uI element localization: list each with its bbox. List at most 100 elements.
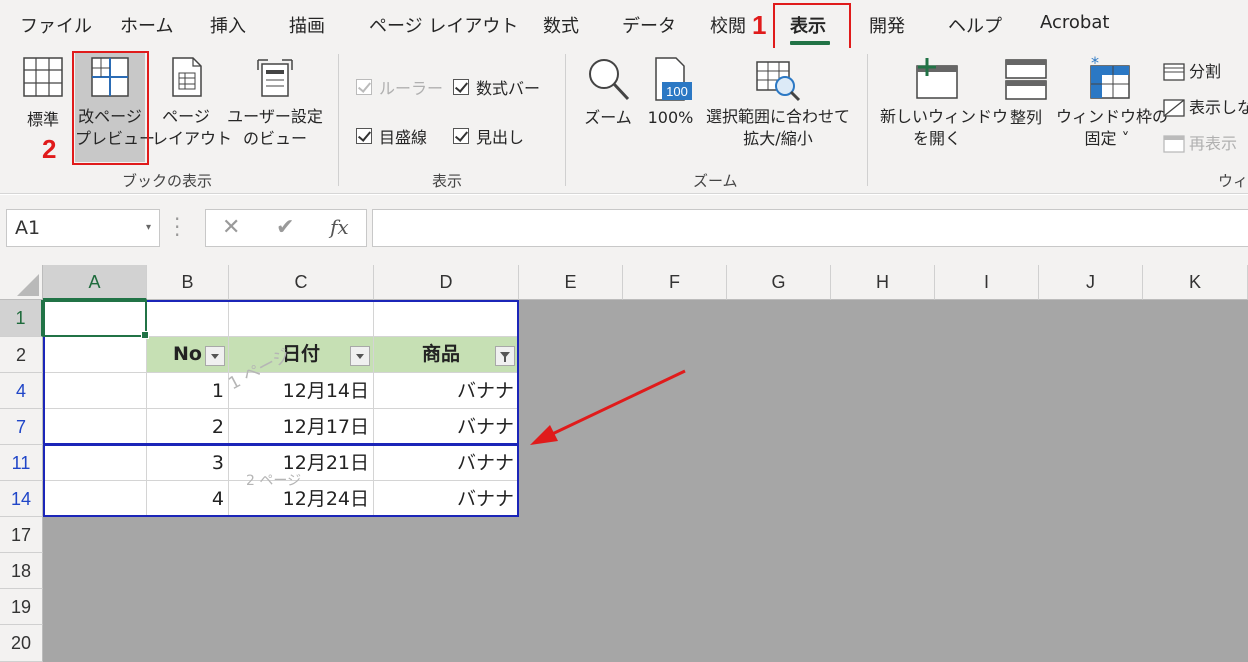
cell-a2[interactable] <box>43 337 147 373</box>
column-header-f[interactable]: F <box>623 265 727 300</box>
table-header-product[interactable]: 商品 <box>374 337 519 373</box>
row-header-19[interactable]: 19 <box>0 589 43 625</box>
zoom-100-button[interactable]: 100 100% <box>643 56 698 129</box>
cell-a4[interactable] <box>43 373 147 409</box>
zoom-100-icon: 100 <box>654 57 692 101</box>
row-header-2[interactable]: 2 <box>0 337 43 373</box>
arrange-all-button[interactable]: 整列 <box>1002 56 1050 129</box>
tab-review[interactable]: 校閲 <box>710 12 746 38</box>
insert-function-icon[interactable]: fx <box>330 215 349 239</box>
custom-views-button[interactable]: ユーザー設定 のビュー <box>225 56 325 150</box>
cell-b4[interactable]: 1 <box>147 373 229 409</box>
ruler-checkbox[interactable]: ルーラー <box>356 75 443 99</box>
hide-window-icon <box>1163 98 1185 117</box>
active-cell-cursor <box>43 300 149 339</box>
cell-b1[interactable] <box>147 300 229 337</box>
freeze-panes-label-1: ウィンドウ枠の <box>1056 107 1169 126</box>
page-break-line[interactable] <box>43 443 519 446</box>
row-header-14[interactable]: 14 <box>0 481 43 517</box>
cell-a11[interactable] <box>43 445 147 481</box>
page-layout-label-1: ページ <box>162 107 210 126</box>
normal-view-button[interactable]: 標準 <box>18 56 68 131</box>
tab-file[interactable]: ファイル <box>20 12 92 38</box>
new-window-button[interactable]: 新しいウィンドウ を開く <box>880 56 1008 150</box>
column-header-h[interactable]: H <box>831 265 935 300</box>
cell-c1[interactable] <box>229 300 374 337</box>
row-header-11[interactable]: 11 <box>0 445 43 481</box>
cancel-icon[interactable]: ✕ <box>222 215 240 240</box>
column-header-b[interactable]: B <box>147 265 229 300</box>
filter-dropdown-icon[interactable] <box>350 346 370 366</box>
cell-b14[interactable]: 4 <box>147 481 229 517</box>
cell-d14[interactable]: バナナ <box>374 481 519 517</box>
tab-formulas[interactable]: 数式 <box>543 12 579 38</box>
row-header-4[interactable]: 4 <box>0 373 43 409</box>
zoom-button[interactable]: ズーム <box>582 56 634 129</box>
headings-checkbox[interactable]: 見出し <box>453 124 524 148</box>
formula-buttons: ✕ ✔ fx <box>205 209 367 247</box>
tab-home[interactable]: ホーム <box>120 12 173 38</box>
column-header-i[interactable]: I <box>935 265 1039 300</box>
cell-b11[interactable]: 3 <box>147 445 229 481</box>
drag-handle-icon[interactable]: · · · <box>174 209 180 245</box>
custom-views-icon <box>257 59 293 97</box>
split-icon <box>1163 62 1185 81</box>
headings-check-icon <box>453 128 469 144</box>
row-header-1[interactable]: 1 <box>0 300 43 337</box>
filter-applied-icon[interactable] <box>495 346 515 366</box>
filter-dropdown-icon[interactable] <box>205 346 225 366</box>
column-header-c[interactable]: C <box>229 265 374 300</box>
zoom-to-selection-button[interactable]: 選択範囲に合わせて 拡大/縮小 <box>703 56 853 150</box>
tab-help[interactable]: ヘルプ <box>948 12 1002 38</box>
row-header-20[interactable]: 20 <box>0 625 43 662</box>
cell-a7[interactable] <box>43 409 147 445</box>
select-all-button[interactable] <box>0 265 43 300</box>
custom-views-label-1: ユーザー設定 <box>227 107 323 126</box>
cell-d1[interactable] <box>374 300 519 337</box>
chevron-down-icon[interactable]: ▾ <box>146 210 151 246</box>
normal-view-icon <box>23 57 63 97</box>
row-header-17[interactable]: 17 <box>0 517 43 553</box>
step1-number: 1 <box>752 10 767 40</box>
cell-d4[interactable]: バナナ <box>374 373 519 409</box>
formula-bar-checkbox[interactable]: 数式バー <box>453 75 540 99</box>
name-box[interactable]: A1 ▾ <box>6 209 160 247</box>
cell-c7[interactable]: 12月17日 <box>229 409 374 445</box>
column-header-a[interactable]: A <box>43 265 147 300</box>
cell-b7[interactable]: 2 <box>147 409 229 445</box>
tab-page-layout[interactable]: ページ レイアウト <box>369 12 518 38</box>
column-header-d[interactable]: D <box>374 265 519 300</box>
enter-icon[interactable]: ✔ <box>276 215 294 240</box>
worksheet-grid[interactable]: A B C D E F G H I J K 1 2 4 7 11 14 17 1… <box>0 265 1248 662</box>
column-header-j[interactable]: J <box>1039 265 1143 300</box>
tab-acrobat[interactable]: Acrobat <box>1040 12 1109 33</box>
hide-window-button[interactable]: 表示しな <box>1163 96 1248 119</box>
page-layout-label-2: レイアウト <box>152 129 233 148</box>
formula-input[interactable] <box>372 209 1248 247</box>
cell-d11[interactable]: バナナ <box>374 445 519 481</box>
split-button[interactable]: 分割 <box>1163 60 1221 83</box>
row-header-18[interactable]: 18 <box>0 553 43 589</box>
unhide-window-icon <box>1163 134 1185 153</box>
group-separator <box>565 54 566 186</box>
tab-draw[interactable]: 描画 <box>289 12 325 38</box>
column-header-e[interactable]: E <box>519 265 623 300</box>
tab-data[interactable]: データ <box>622 12 676 38</box>
tab-developer[interactable]: 開発 <box>869 12 905 38</box>
zoom-to-selection-label-2: 拡大/縮小 <box>743 129 813 148</box>
unhide-window-button[interactable]: 再表示 <box>1163 132 1237 155</box>
page2-watermark: 2 ページ <box>246 473 302 489</box>
freeze-panes-button[interactable]: * ウィンドウ枠の 固定 ˅ <box>1056 56 1169 150</box>
freeze-panes-icon: * <box>1090 56 1130 99</box>
split-label: 分割 <box>1189 62 1222 81</box>
column-header-k[interactable]: K <box>1143 265 1248 300</box>
gridlines-checkbox[interactable]: 目盛線 <box>356 124 427 148</box>
row-header-7[interactable]: 7 <box>0 409 43 445</box>
custom-views-label-2: のビュー <box>242 129 307 148</box>
page-layout-view-button[interactable]: ページ レイアウト <box>152 56 233 150</box>
column-header-g[interactable]: G <box>727 265 831 300</box>
cell-a14[interactable] <box>43 481 147 517</box>
table-header-no[interactable]: No <box>147 337 229 373</box>
tab-insert[interactable]: 挿入 <box>210 12 246 38</box>
cell-d7[interactable]: バナナ <box>374 409 519 445</box>
